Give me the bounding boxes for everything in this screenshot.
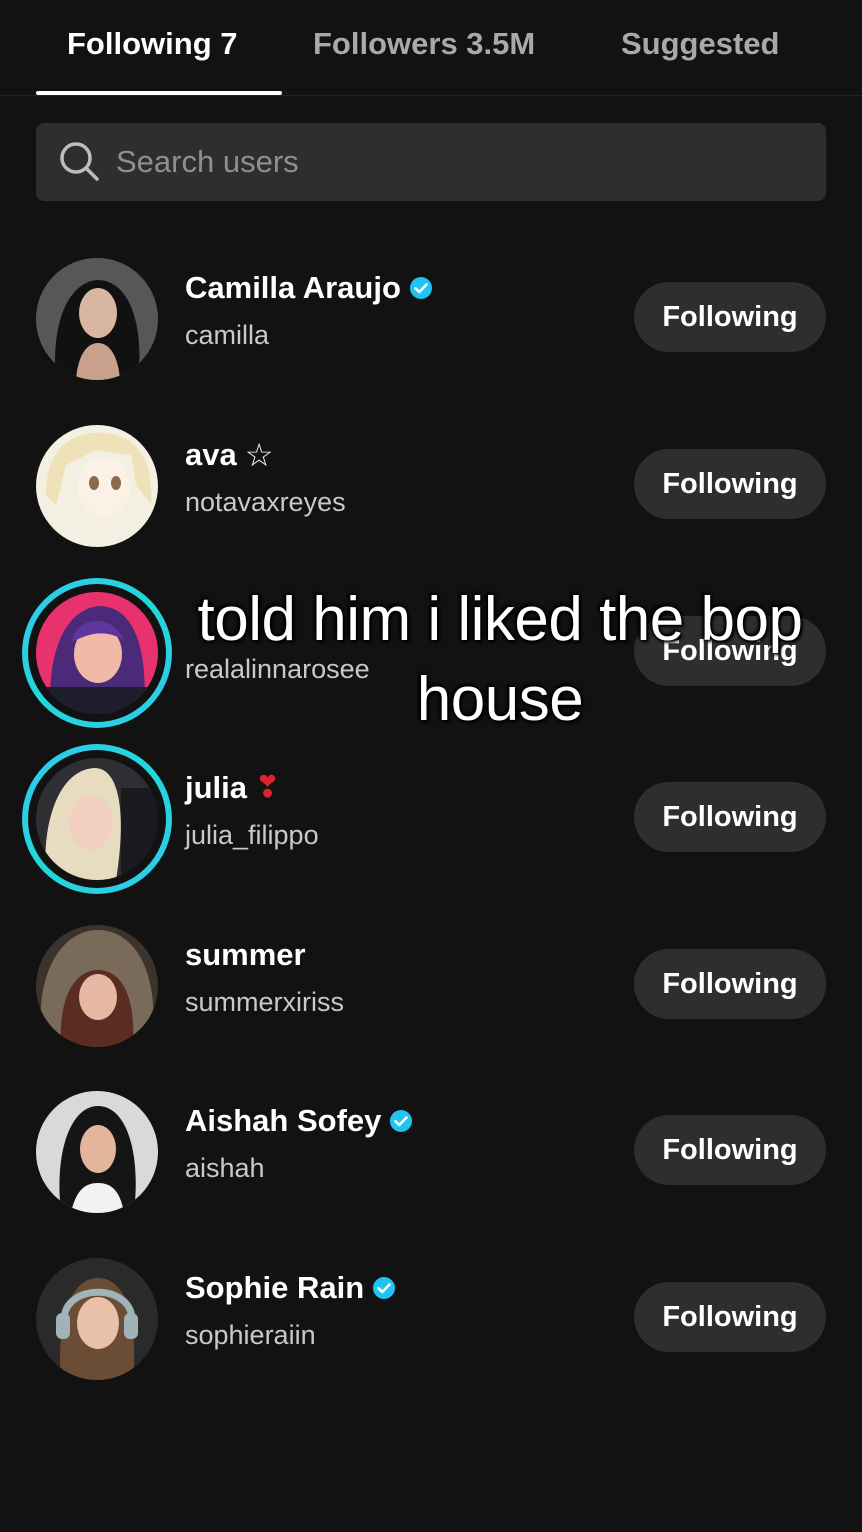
display-name-line: Aishah Sofey <box>185 1101 413 1141</box>
avatar-with-story-ring[interactable] <box>22 744 172 894</box>
tab-suggested[interactable]: Suggested <box>621 26 779 70</box>
following-button[interactable]: Following <box>634 782 826 852</box>
following-button[interactable]: Following <box>634 282 826 352</box>
display-name-line: Sophie Rain <box>185 1268 396 1308</box>
avatar[interactable] <box>36 425 158 547</box>
display-name: Aishah Sofey <box>185 1103 382 1138</box>
tab-bar: Following 7 Followers 3.5M Suggested <box>0 0 862 96</box>
avatar-image <box>36 1091 158 1213</box>
video-caption-overlay: told him i liked the bop house <box>197 585 803 734</box>
display-name: Camilla Araujo <box>185 270 401 305</box>
avatar[interactable] <box>36 925 158 1047</box>
verified-badge-icon <box>390 1110 413 1132</box>
display-name: Sophie Rain <box>185 1270 365 1305</box>
user-row-summer[interactable]: summer summerxiriss Following <box>0 913 862 1063</box>
display-name-line: summer <box>185 935 306 975</box>
active-tab-indicator <box>36 91 282 95</box>
display-name: summer <box>185 937 306 972</box>
user-row-sophie[interactable]: Sophie Rain sophieraiin Following <box>0 1246 862 1396</box>
username: notavaxreyes <box>185 487 346 517</box>
user-row-julia[interactable]: julia ❣ julia_filippo Following <box>0 744 862 896</box>
avatar-image <box>36 258 158 380</box>
display-name-line: Camilla Araujo <box>185 268 433 308</box>
following-button[interactable]: Following <box>634 1282 826 1352</box>
user-row-ava[interactable]: ava ☆ notavaxreyes Following <box>0 413 862 563</box>
user-row-camilla[interactable]: Camilla Araujo camilla Following <box>0 246 862 396</box>
avatar-image <box>36 1258 158 1380</box>
tab-following[interactable]: Following 7 <box>67 26 238 70</box>
avatar-image <box>36 425 158 547</box>
following-button[interactable]: Following <box>634 949 826 1019</box>
tab-followers[interactable]: Followers 3.5M <box>313 26 535 70</box>
heart-exclamation-icon: ❣ <box>255 771 281 804</box>
avatar-image <box>36 758 158 880</box>
following-button[interactable]: Following <box>634 449 826 519</box>
verified-badge-icon <box>409 277 432 299</box>
display-name: ava <box>185 437 237 472</box>
user-row-aishah[interactable]: Aishah Sofey aishah Following <box>0 1079 862 1229</box>
avatar[interactable] <box>36 1091 158 1213</box>
username: camilla <box>185 320 270 350</box>
avatar[interactable] <box>36 258 158 380</box>
following-button[interactable]: Following <box>634 1115 826 1185</box>
search-icon <box>60 142 99 181</box>
star-outline-icon: ☆ <box>244 437 274 473</box>
username: julia_filippo <box>185 820 319 850</box>
avatar[interactable] <box>36 1258 158 1380</box>
following-list-screen: Following 7 Followers 3.5M Suggested Cam… <box>0 0 862 1532</box>
search-bar[interactable] <box>36 123 826 201</box>
search-input[interactable] <box>116 123 806 201</box>
verified-badge-icon <box>373 1277 396 1299</box>
username: aishah <box>185 1153 265 1183</box>
display-name-line: ava ☆ <box>185 435 273 475</box>
display-name-line: julia ❣ <box>185 768 280 808</box>
username: summerxiriss <box>185 987 344 1017</box>
display-name: julia <box>185 770 248 805</box>
avatar-image <box>36 925 158 1047</box>
username: sophieraiin <box>185 1320 316 1350</box>
